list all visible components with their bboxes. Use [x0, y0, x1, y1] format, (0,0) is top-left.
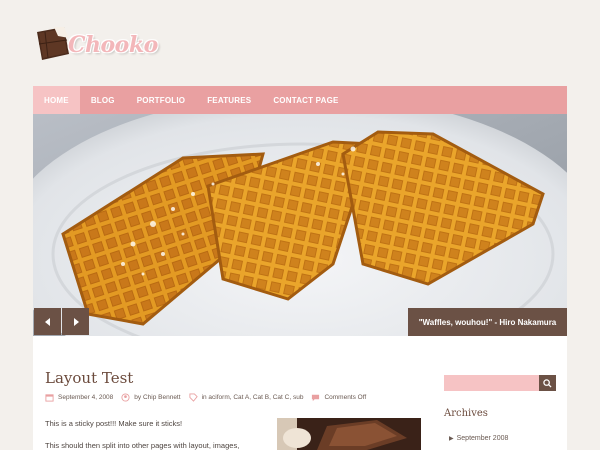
- search-icon: [543, 378, 552, 388]
- post-date-text: September 4, 2008: [58, 393, 114, 401]
- post-categories-text[interactable]: in aciform, Cat A, Cat B, Cat C, sub: [202, 394, 304, 401]
- comment-icon: [312, 394, 320, 401]
- post-title[interactable]: Layout Test: [45, 369, 133, 387]
- main-nav: HOME BLOG PORTFOLIO FEATURES CONTACT PAG…: [33, 86, 567, 114]
- site-logo[interactable]: Chooko: [32, 22, 158, 66]
- site-title: Chooko: [68, 32, 158, 58]
- post-meta: September 4, 2008 by Chip Bennett in aci…: [45, 392, 374, 402]
- post-author: by Chip Bennett: [121, 392, 181, 402]
- tag-icon: [189, 392, 198, 402]
- archives-title: Archives: [444, 408, 488, 419]
- nav-item-portfolio[interactable]: PORTFOLIO: [126, 86, 196, 114]
- waffles-photo: [33, 114, 567, 336]
- archive-item-label: September 2008: [456, 435, 509, 442]
- search-button[interactable]: [539, 375, 556, 391]
- chevron-left-icon: [44, 317, 50, 326]
- chocolate-logo-icon: [37, 27, 69, 60]
- post-excerpt-line-1: This is a sticky post!!! Make sure it st…: [45, 419, 183, 428]
- post-comments: Comments Off: [311, 393, 366, 402]
- post-image[interactable]: [277, 418, 421, 450]
- slider-prev-button[interactable]: [34, 308, 61, 335]
- archive-item[interactable]: ▶ September 2008: [449, 435, 508, 442]
- post-categories: in aciform, Cat A, Cat B, Cat C, sub: [189, 392, 304, 402]
- bullet-icon: ▶: [449, 436, 454, 442]
- calendar-icon: [45, 393, 54, 402]
- hero-slider[interactable]: [33, 114, 567, 336]
- post-comments-text[interactable]: Comments Off: [324, 394, 366, 401]
- post-excerpt-line-2: This should then split into other pages …: [45, 441, 240, 450]
- user-icon: [121, 392, 130, 402]
- chevron-right-icon: [73, 317, 79, 326]
- nav-item-blog[interactable]: BLOG: [80, 86, 126, 114]
- post-author-text[interactable]: by Chip Bennett: [134, 394, 180, 401]
- slider-caption: "Waffles, wouhou!" - Hiro Nakamura: [408, 308, 567, 336]
- slider-next-button[interactable]: [62, 308, 89, 335]
- chocolate-photo: [277, 418, 421, 450]
- post-date: September 4, 2008: [45, 393, 113, 402]
- search-input[interactable]: [444, 375, 539, 391]
- nav-item-home[interactable]: HOME: [33, 86, 80, 114]
- nav-item-features[interactable]: FEATURES: [196, 86, 262, 114]
- nav-item-contact-page[interactable]: CONTACT PAGE: [262, 86, 349, 114]
